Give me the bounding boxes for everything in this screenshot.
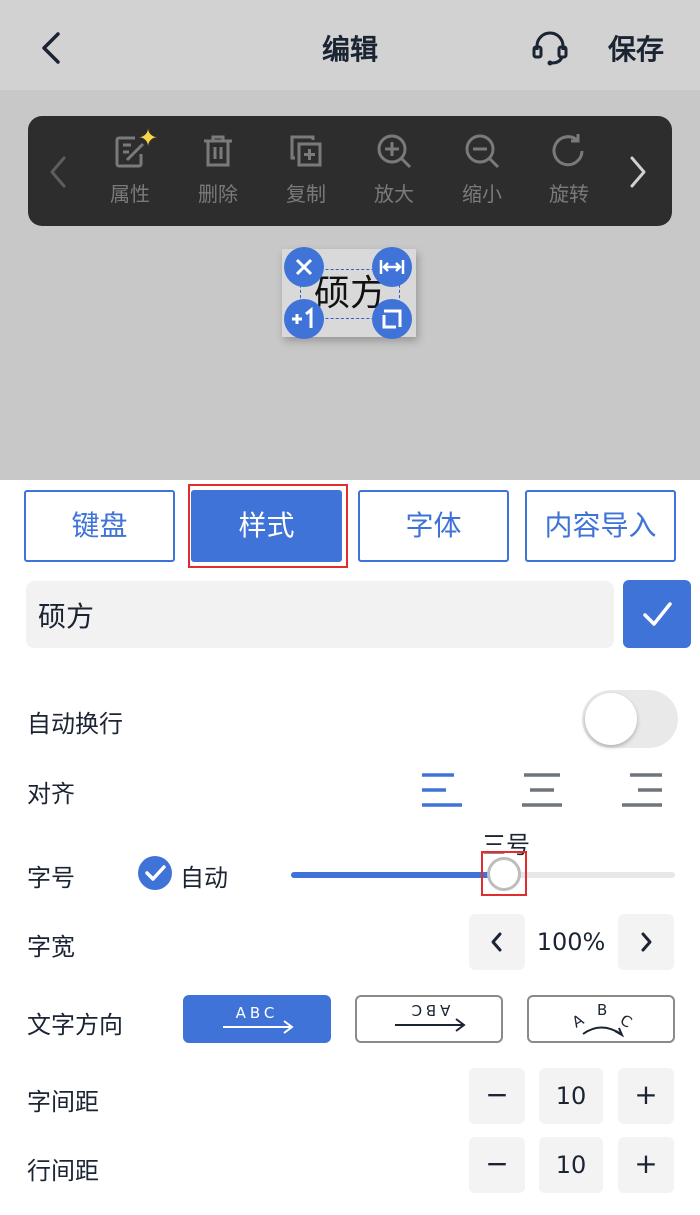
direction-rotated-button[interactable]: ABC <box>355 995 503 1043</box>
toolbar-delete-button[interactable]: 删除 <box>188 132 248 212</box>
toolbar-label: 放大 <box>374 182 414 206</box>
tab-font[interactable]: 字体 <box>358 490 509 562</box>
toolbar-copy-button[interactable]: 复制 <box>276 132 336 212</box>
resize-corner-icon <box>382 309 402 329</box>
delete-object-handle[interactable] <box>284 247 324 287</box>
stretch-object-handle[interactable] <box>372 247 412 287</box>
page-title: 编辑 <box>321 33 378 66</box>
align-right-icon[interactable] <box>620 770 664 810</box>
top-bar: 编辑 保存 <box>0 0 700 90</box>
toolbar-label: 删除 <box>198 182 238 206</box>
sparkle-icon: ✦ <box>138 124 159 152</box>
increment-object-handle[interactable] <box>284 299 324 339</box>
chevron-right-icon <box>641 932 652 952</box>
zoom-out-icon <box>465 134 500 169</box>
zoom-in-icon <box>377 134 412 169</box>
line-spacing-decrease-button[interactable]: − <box>469 1137 525 1193</box>
edit-toolbar: ✦ 属性 删除 复制 放大 缩小 旋转 <box>28 116 672 226</box>
copy-icon <box>290 135 322 167</box>
chevron-left-icon[interactable] <box>36 28 66 68</box>
letter-spacing-label: 字间距 <box>27 1088 99 1116</box>
text-direction-label: 文字方向 <box>27 1011 123 1039</box>
stretch-horizontal-icon <box>379 260 405 274</box>
font-width-value: 100% <box>528 914 614 970</box>
toolbar-properties-button[interactable]: ✦ 属性 <box>100 124 160 212</box>
tab-keyboard[interactable]: 键盘 <box>24 490 175 562</box>
direction-horizontal-button[interactable]: ABC <box>183 995 331 1043</box>
resize-object-handle[interactable] <box>372 299 412 339</box>
svg-text:B: B <box>597 1001 607 1019</box>
confirm-text-button[interactable] <box>623 580 691 648</box>
svg-text:A: A <box>569 1010 588 1031</box>
auto-size-label: 自动 <box>180 864 228 892</box>
svg-text:ABC: ABC <box>236 1004 279 1022</box>
plus-one-icon <box>292 306 313 328</box>
text-object[interactable]: 硕方 <box>282 247 416 339</box>
font-size-value: 三号 <box>482 831 530 859</box>
font-width-label: 字宽 <box>27 933 75 961</box>
horizontal-text-icon: ABC <box>223 1004 294 1034</box>
font-width-increase-button[interactable] <box>618 914 674 970</box>
auto-size-checkbox[interactable] <box>137 855 173 891</box>
font-size-label: 字号 <box>27 864 75 892</box>
label-text-input[interactable] <box>26 581 614 648</box>
line-spacing-label: 行间距 <box>27 1157 99 1185</box>
toolbar-label: 属性 <box>110 182 150 206</box>
line-spacing-value[interactable]: 10 <box>539 1137 603 1193</box>
align-center-icon[interactable] <box>520 770 564 810</box>
slider-fill <box>291 872 503 878</box>
svg-text:ABC: ABC <box>408 1001 451 1019</box>
rotate-icon <box>552 134 584 167</box>
align-left-icon[interactable] <box>420 770 464 810</box>
toggle-knob <box>585 693 637 745</box>
line-spacing-increase-button[interactable]: + <box>618 1137 674 1193</box>
label-canvas[interactable]: ✦ 属性 删除 复制 放大 缩小 旋转 硕方 <box>0 90 700 480</box>
font-size-slider[interactable] <box>291 872 675 878</box>
direction-arc-button[interactable]: A B C <box>527 995 675 1043</box>
headset-icon[interactable] <box>530 28 570 68</box>
toolbar-label: 复制 <box>286 182 326 206</box>
tab-content-import[interactable]: 内容导入 <box>525 490 676 562</box>
toolbar-label: 缩小 <box>462 182 502 206</box>
letter-spacing-decrease-button[interactable]: − <box>469 1068 525 1124</box>
close-icon <box>295 258 313 276</box>
auto-wrap-label: 自动换行 <box>27 710 123 738</box>
align-label: 对齐 <box>27 780 75 808</box>
auto-wrap-toggle[interactable] <box>582 690 678 748</box>
toolbar-next-icon[interactable] <box>626 152 650 192</box>
chevron-left-icon <box>491 932 502 952</box>
toolbar-zoom-out-button[interactable]: 缩小 <box>452 132 512 212</box>
toolbar-rotate-button[interactable]: 旋转 <box>539 132 599 212</box>
save-button[interactable]: 保存 <box>608 28 664 68</box>
trash-icon <box>204 135 232 167</box>
tab-style[interactable]: 样式 <box>191 490 342 562</box>
toolbar-prev-icon[interactable] <box>46 152 70 192</box>
letter-spacing-value[interactable]: 10 <box>539 1068 603 1124</box>
font-size-slider-thumb[interactable] <box>487 857 521 891</box>
letter-spacing-increase-button[interactable]: + <box>618 1068 674 1124</box>
toolbar-label: 旋转 <box>549 182 589 206</box>
rotated-text-icon: ABC <box>395 1001 466 1032</box>
arc-text-icon: A B C <box>569 1001 635 1038</box>
checkmark-icon <box>643 602 672 626</box>
toolbar-zoom-in-button[interactable]: 放大 <box>364 132 424 212</box>
font-width-decrease-button[interactable] <box>469 914 525 970</box>
